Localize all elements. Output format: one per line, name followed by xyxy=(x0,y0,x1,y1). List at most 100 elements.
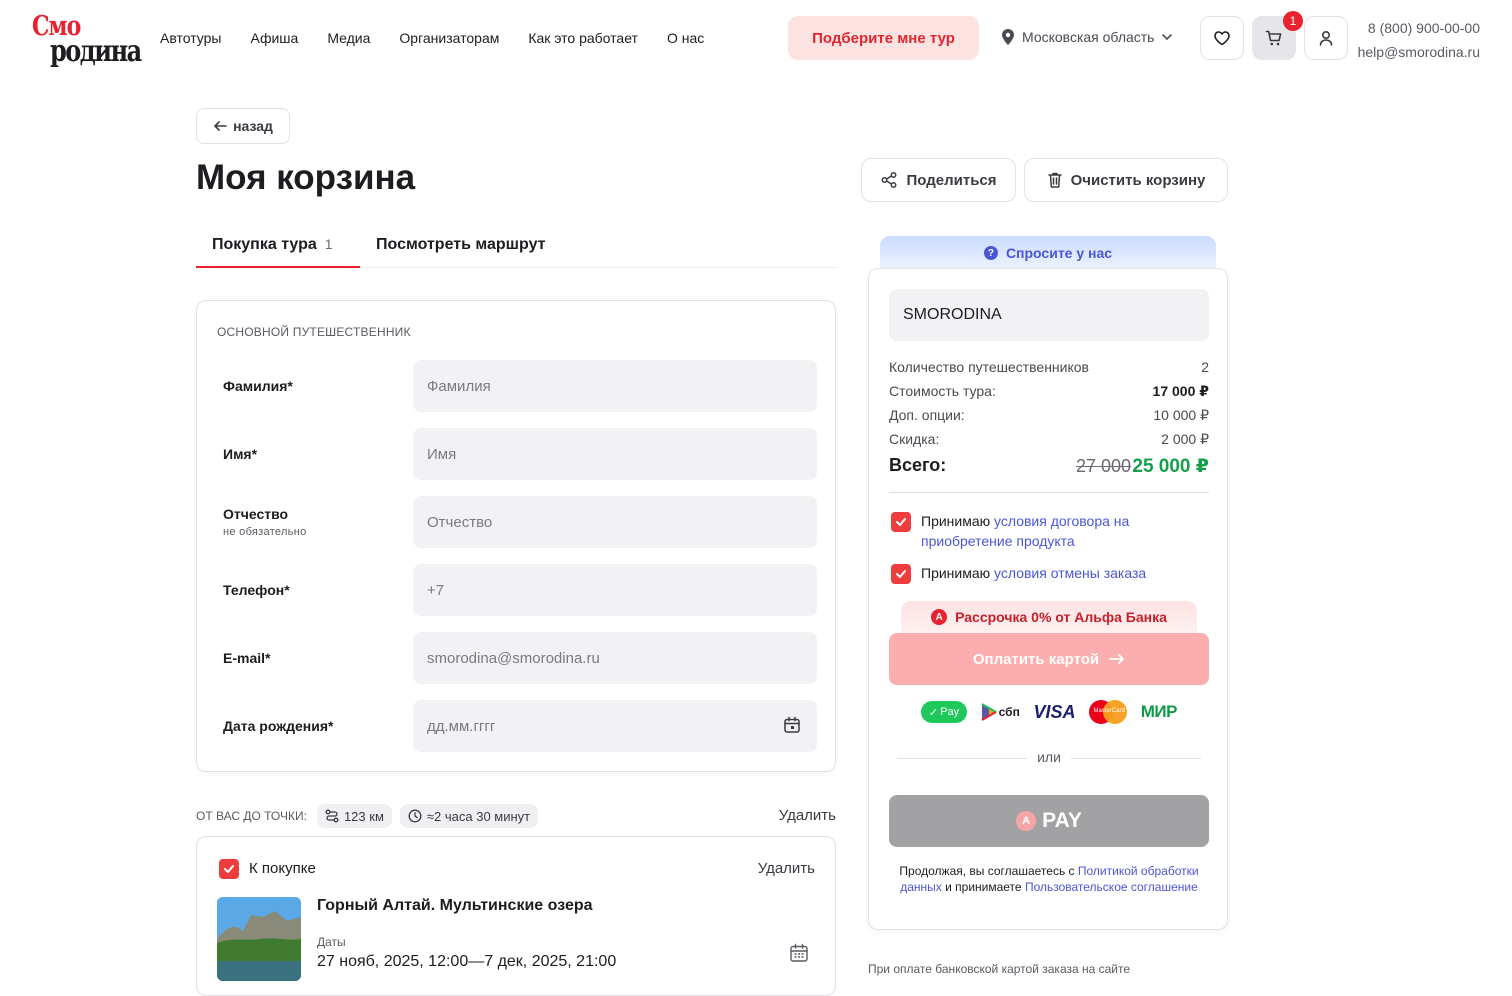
email-label: E-mail* xyxy=(223,650,271,666)
active-tab-indicator xyxy=(196,266,360,268)
calendar-icon[interactable] xyxy=(789,943,809,963)
price-value: 17 000 ₽ xyxy=(1152,383,1209,399)
checkmark-icon xyxy=(224,865,234,873)
region-label: Московская область xyxy=(1022,29,1155,45)
site-logo[interactable]: Смо родина xyxy=(32,8,142,68)
sbp-icon xyxy=(981,703,997,721)
nav-item-media[interactable]: Медиа xyxy=(327,30,370,46)
profile-button[interactable] xyxy=(1304,16,1348,60)
cart-count-badge: 1 xyxy=(1283,11,1303,31)
main-nav: Автотуры Афиша Медиа Организаторам Как э… xyxy=(160,30,733,46)
tour-checkbox[interactable] xyxy=(219,859,239,879)
tour-item-card: К покупке Удалить Горный Алтай. Мультинс… xyxy=(196,836,836,996)
pay-logo: ✓ Pay xyxy=(921,701,967,723)
arrow-right-icon xyxy=(1109,654,1125,664)
agree-contract-checkbox[interactable] xyxy=(891,512,911,532)
tab-purchase[interactable]: Покупка тура 1 xyxy=(212,236,333,254)
phone-input[interactable] xyxy=(413,564,817,616)
cart-tabs: Покупка тура 1 Посмотреть маршрут xyxy=(196,226,836,268)
phone-label: Телефон* xyxy=(223,582,290,598)
legal-text-1: Продолжая, вы соглашаетесь с xyxy=(899,864,1075,878)
question-icon: ? xyxy=(983,246,998,260)
distance-label: ОТ ВАС ДО ТОЧКИ: xyxy=(196,809,307,823)
logo-text-bottom: родина xyxy=(50,32,142,69)
distance-km-chip: 123 км xyxy=(316,804,392,828)
traveler-form: ОСНОВНОЙ ПУТЕШЕСТВЕННИК Фамилия* Имя* От… xyxy=(196,300,836,772)
agree-cancellation-checkbox[interactable] xyxy=(891,564,911,584)
alfa-pay-button[interactable]: A PAY xyxy=(889,795,1209,847)
distance-time-chip: ≈2 часа 30 минут xyxy=(399,804,539,828)
nav-item-how-it-works[interactable]: Как это работает xyxy=(528,30,638,46)
lastname-input[interactable] xyxy=(413,360,817,412)
clear-cart-button[interactable]: Очистить корзину xyxy=(1024,158,1228,202)
phone-link[interactable]: 8 (800) 900-00-00 xyxy=(1356,16,1480,40)
firstname-input[interactable] xyxy=(413,428,817,480)
payment-logos: ✓ Pay сбп VISA MasterCard МИР xyxy=(921,699,1177,725)
discount-value: 2 000 ₽ xyxy=(1161,431,1209,447)
ask-us-tab[interactable]: ? Спросите у нас xyxy=(880,236,1216,270)
tour-thumbnail-art xyxy=(217,897,301,981)
pick-tour-button[interactable]: Подберите мне тур xyxy=(788,16,979,60)
clear-cart-label: Очистить корзину xyxy=(1070,171,1206,189)
nav-item-afisha[interactable]: Афиша xyxy=(250,30,298,46)
lastname-label: Фамилия* xyxy=(223,378,293,394)
user-agreement-link[interactable]: Пользовательское соглашение xyxy=(1025,880,1198,894)
alfa-pay-label: PAY xyxy=(1042,809,1082,832)
legal-text-2: и принимаете xyxy=(945,880,1022,894)
calendar-icon[interactable] xyxy=(783,716,801,734)
location-pin-icon xyxy=(1002,29,1014,45)
share-button[interactable]: Поделиться xyxy=(861,158,1016,202)
trash-icon xyxy=(1047,172,1062,188)
promo-code-input[interactable] xyxy=(889,289,1209,341)
total-new-price: 25 000 ₽ xyxy=(1132,456,1209,477)
tour-thumbnail[interactable] xyxy=(217,897,301,981)
patronymic-input[interactable] xyxy=(413,496,817,548)
form-row-email: E-mail* xyxy=(197,632,837,684)
tab-purchase-label: Покупка тура xyxy=(212,236,317,253)
birthdate-label: Дата рождения* xyxy=(223,718,334,734)
route-icon xyxy=(325,809,339,823)
tour-name[interactable]: Горный Алтай. Мультинские озера xyxy=(317,897,593,915)
clock-icon xyxy=(408,809,422,823)
nav-item-organizers[interactable]: Организаторам xyxy=(399,30,499,46)
distance-delete-link[interactable]: Удалить xyxy=(779,807,836,824)
total-old-price: 27 000 xyxy=(1075,456,1131,476)
installment-tab[interactable]: A Рассрочка 0% от Альфа Банка xyxy=(901,601,1197,633)
email-input[interactable] xyxy=(413,632,817,684)
alfa-bank-icon: A xyxy=(931,609,948,625)
discount-label: Скидка: xyxy=(889,431,940,447)
distance-time: ≈2 часа 30 минут xyxy=(426,808,531,824)
cart-button[interactable]: 1 xyxy=(1252,11,1303,60)
card-payment-note: При оплате банковской картой заказа на с… xyxy=(868,962,1131,976)
mir-logo: МИР xyxy=(1140,702,1178,721)
birthdate-input[interactable] xyxy=(413,700,817,752)
favorites-button[interactable] xyxy=(1200,16,1244,60)
contacts: 8 (800) 900-00-00 help@smorodina.ru xyxy=(1356,16,1480,64)
region-selector[interactable]: Московская область xyxy=(1000,28,1174,46)
email-link[interactable]: help@smorodina.ru xyxy=(1356,40,1480,64)
distance-row: ОТ ВАС ДО ТОЧКИ: 123 км ≈2 часа 30 минут… xyxy=(196,804,836,828)
tab-purchase-count: 1 xyxy=(324,236,333,252)
order-summary: Количество путешественников 2 Стоимость … xyxy=(868,268,1228,930)
summary-row-price: Стоимость тура: 17 000 ₽ xyxy=(889,383,1209,401)
cancellation-terms-link[interactable]: условия отмены заказа xyxy=(994,565,1146,581)
tab-route[interactable]: Посмотреть маршрут xyxy=(376,236,546,254)
options-label: Доп. опции: xyxy=(889,407,965,423)
tour-dates: 27 нояб, 2025, 12:00—7 дек, 2025, 21:00 xyxy=(317,953,617,970)
mastercard-logo: MasterCard xyxy=(1089,700,1128,724)
nav-item-about[interactable]: О нас xyxy=(667,30,704,46)
agree-contract: Принимаю условия договора на приобретени… xyxy=(889,511,1209,551)
pay-by-card-button[interactable]: Оплатить картой xyxy=(889,633,1209,685)
share-icon xyxy=(882,172,897,188)
pay-by-card-label: Оплатить картой xyxy=(972,650,1100,668)
form-heading: ОСНОВНОЙ ПУТЕШЕСТВЕННИК xyxy=(217,325,411,339)
sbp-logo: сбп xyxy=(981,703,1020,721)
nav-item-autotours[interactable]: Автотуры xyxy=(160,30,221,46)
total-label: Всего: xyxy=(889,455,947,475)
tour-delete-link[interactable]: Удалить xyxy=(758,860,815,877)
or-divider: или xyxy=(897,749,1201,769)
visa-logo: VISA xyxy=(1033,701,1076,722)
back-button[interactable]: назад xyxy=(196,108,290,144)
form-row-birthdate: Дата рождения* xyxy=(197,700,837,752)
share-label: Поделиться xyxy=(906,171,997,189)
